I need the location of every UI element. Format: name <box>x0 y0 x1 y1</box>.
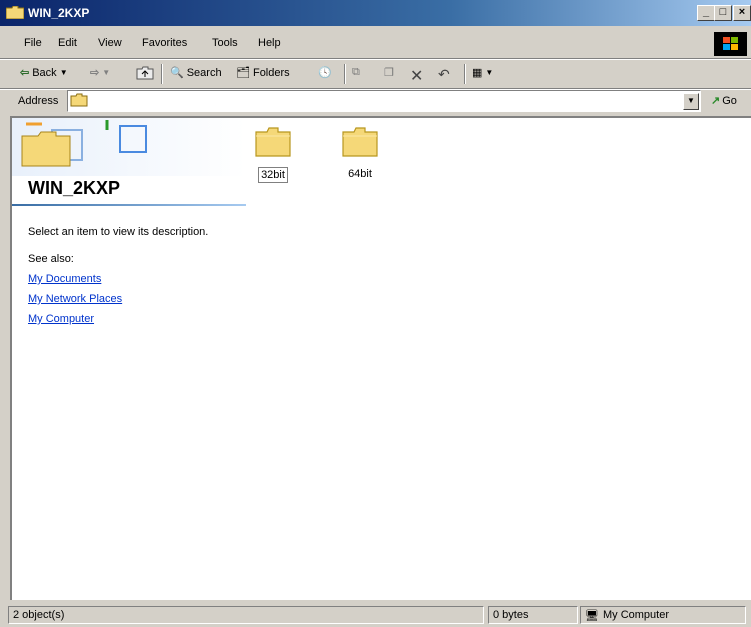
address-label: Address <box>18 95 59 107</box>
my-computer-icon: 🖥 <box>585 609 599 622</box>
copy-to-icon: ❐ <box>384 67 394 79</box>
toolbar-separator <box>161 64 163 84</box>
windows-logo-icon <box>714 32 747 56</box>
folder-icon <box>342 127 378 157</box>
chevron-down-icon: ▼ <box>59 68 68 77</box>
chevron-down-icon: ▼ <box>485 68 494 77</box>
toolbar-separator <box>464 64 466 84</box>
history-button[interactable]: 🕓 <box>318 66 332 79</box>
folder-view[interactable]: WIN_2KXP Select an item to view its desc… <box>10 116 751 600</box>
status-zone: 🖥 My Computer <box>580 606 746 624</box>
toolbar-separator <box>344 64 346 84</box>
link-my-computer[interactable]: My Computer <box>28 313 94 325</box>
menu-favorites[interactable]: Favorites <box>142 37 187 49</box>
folder-item-64bit[interactable]: 64bit <box>330 126 390 181</box>
up-button[interactable] <box>136 66 154 80</box>
chevron-down-icon: ▼ <box>102 68 111 77</box>
menu-help[interactable]: Help <box>258 37 281 49</box>
link-my-documents[interactable]: My Documents <box>28 273 101 285</box>
folders-label: Folders <box>252 66 290 79</box>
forward-arrow-icon: ⇨ <box>90 67 100 79</box>
move-to-button[interactable]: ⧉ <box>352 66 360 79</box>
panel-divider <box>12 204 246 206</box>
search-button[interactable]: 🔍 Search <box>170 66 222 80</box>
status-bar: 2 object(s) 0 bytes 🖥 My Computer <box>0 604 751 627</box>
go-arrow-icon: ↗ <box>711 95 721 107</box>
search-label: Search <box>186 66 222 79</box>
delete-icon: ✕ <box>410 68 424 85</box>
forward-button[interactable]: ⇨ ▼ <box>90 66 110 79</box>
folder-graphic-icon <box>12 118 246 176</box>
zone-text: My Computer <box>602 609 669 621</box>
window-title: WIN_2KXP <box>28 6 90 20</box>
panel-description: Select an item to view its description. <box>28 226 209 238</box>
folder-icon <box>6 6 24 19</box>
views-button[interactable]: ▦ ▼ <box>472 66 493 79</box>
see-also-label: See also: <box>28 253 74 265</box>
webview-banner: WIN_2KXP <box>12 118 246 206</box>
address-bar: Address ▼ ↗ Go <box>0 90 751 114</box>
copy-to-button[interactable]: ❐ <box>384 66 394 79</box>
size-text: 0 bytes <box>493 609 529 621</box>
menu-tools[interactable]: Tools <box>212 37 238 49</box>
address-dropdown-button[interactable]: ▼ <box>683 93 699 110</box>
menu-bar: File Edit View Favorites Tools Help <box>0 29 751 59</box>
back-arrow-icon: ⇦ <box>20 67 30 79</box>
delete-button[interactable]: ✕ <box>410 66 423 86</box>
folder-icon <box>70 93 88 107</box>
explorer-window: WIN_2KXP _ □ × File Edit View Favorites … <box>0 0 751 627</box>
go-label: Go <box>722 94 737 107</box>
undo-button[interactable]: ↶ <box>438 66 450 83</box>
panel-title: WIN_2KXP <box>28 178 121 198</box>
undo-icon: ↶ <box>438 66 450 82</box>
back-button[interactable]: ⇦ Back ▼ <box>20 66 68 80</box>
folder-item-32bit[interactable]: 32bit <box>243 126 303 183</box>
up-folder-icon <box>136 66 154 80</box>
status-size: 0 bytes <box>488 606 578 624</box>
menu-view[interactable]: View <box>98 37 122 49</box>
maximize-button[interactable]: □ <box>714 5 732 21</box>
move-to-icon: ⧉ <box>352 66 360 78</box>
folder-label: 32bit <box>258 167 288 183</box>
views-icon: ▦ <box>472 67 483 79</box>
folders-button[interactable]: 🗂 Folders <box>236 66 290 80</box>
link-my-network-places[interactable]: My Network Places <box>28 293 122 305</box>
menu-edit[interactable]: Edit <box>58 37 77 49</box>
folder-icon <box>255 127 291 157</box>
address-input[interactable] <box>67 90 701 112</box>
folder-label: 64bit <box>348 168 372 180</box>
back-label: Back <box>32 66 57 79</box>
folders-icon: 🗂 <box>236 67 250 79</box>
title-bar[interactable]: WIN_2KXP _ □ × <box>0 0 751 26</box>
status-objects: 2 object(s) <box>8 606 484 624</box>
object-count: 2 object(s) <box>13 609 65 621</box>
toolbar: ⇦ Back ▼ ⇨ ▼ 🔍 Search 🗂 Folders 🕓 ⧉ ❐ ✕ … <box>0 60 751 88</box>
menu-file[interactable]: File <box>24 37 42 49</box>
minimize-button[interactable]: _ <box>697 5 715 21</box>
search-icon: 🔍 <box>170 67 184 79</box>
go-button[interactable]: ↗ Go <box>711 94 737 108</box>
close-button[interactable]: × <box>733 5 751 21</box>
history-icon: 🕓 <box>318 67 332 79</box>
